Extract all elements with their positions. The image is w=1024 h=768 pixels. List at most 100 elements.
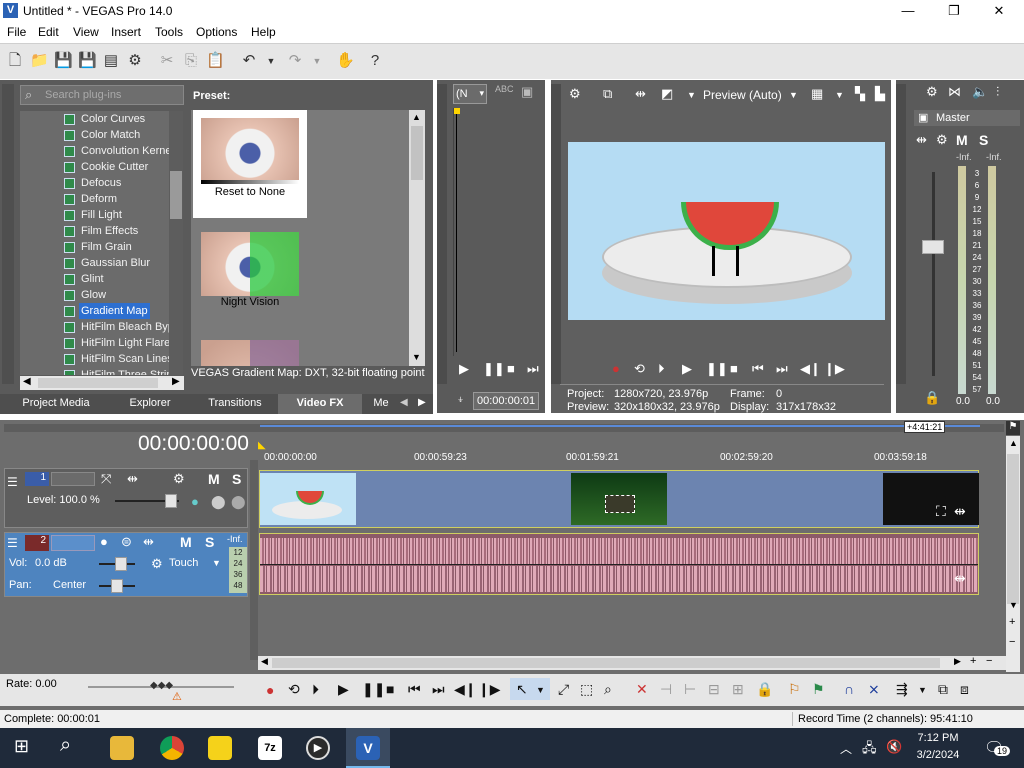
go-to-end-icon[interactable]: ⏭ [776, 361, 788, 377]
downmix-icon[interactable]: ⋈ [948, 84, 961, 100]
close-button[interactable]: ✕ [976, 0, 1022, 22]
tree-item[interactable]: Cookie Cutter [20, 159, 169, 175]
master-fader-handle[interactable] [922, 240, 944, 254]
pause-icon[interactable]: ❚❚ [362, 681, 385, 697]
tree-item[interactable]: Film Grain [20, 239, 169, 255]
scroll-down-icon[interactable]: ▼ [1009, 600, 1018, 610]
redo-dropdown-icon[interactable]: ▼ [308, 52, 326, 70]
vol-slider-handle[interactable] [115, 557, 127, 571]
record-icon[interactable]: ● [266, 682, 274, 698]
tab-explorer[interactable]: Explorer [108, 394, 192, 414]
chevron-down-icon[interactable]: ▼ [918, 682, 927, 698]
track-mute-button[interactable]: M [208, 471, 220, 487]
lock-envelopes-icon[interactable]: ⧉ [938, 681, 948, 697]
track-solo-button[interactable]: S [232, 471, 241, 487]
scroll-right-icon[interactable]: ▶ [172, 376, 180, 387]
zoom-in-icon[interactable]: + [1009, 616, 1015, 628]
chevron-down-icon[interactable]: ▼ [212, 558, 221, 568]
record-icon[interactable]: ● [612, 361, 620, 377]
plugin-manager-icon[interactable]: ✋ [336, 52, 355, 70]
mixer-icon[interactable]: ⫶ [996, 84, 999, 100]
preview-quality-dropdown[interactable]: Preview (Auto) [703, 88, 782, 102]
video-track[interactable]: ⛶ ⇹ [259, 470, 979, 528]
play-icon[interactable]: ▶ [459, 361, 469, 377]
chrome-icon[interactable] [160, 736, 184, 760]
preset-partial[interactable] [193, 332, 307, 366]
scroll-thumb[interactable] [1007, 454, 1019, 604]
automation-mode[interactable]: Touch [169, 557, 198, 569]
search-input[interactable]: Search plug-ins [20, 85, 184, 105]
preset-night-vision[interactable]: Night Vision [193, 224, 307, 332]
parent-motion-icon[interactable]: ⬤ [231, 494, 246, 510]
save-as-icon[interactable]: 💾 [78, 52, 97, 70]
normal-edit-tool[interactable]: ↖ ▼ [510, 678, 550, 700]
play-from-start-icon[interactable]: ⏵ [658, 361, 665, 377]
envelope-tool-icon[interactable]: ⤢ [558, 681, 569, 697]
save-icon[interactable]: 💾 [54, 52, 73, 70]
fx-chain-icon[interactable]: ⇹ [143, 534, 154, 550]
tree-item[interactable]: Fill Light [20, 207, 169, 223]
abc-icon[interactable]: ABC [495, 84, 514, 94]
delete-icon[interactable]: ✕ [636, 681, 648, 697]
tab-transitions[interactable]: Transitions [194, 394, 276, 414]
rate-slider-handle[interactable]: ◆◆◆ [150, 679, 174, 693]
motion-icon[interactable]: ⤧ [101, 471, 111, 487]
help-question-icon[interactable]: ? [366, 52, 384, 70]
tab-video-fx[interactable]: Video FX [278, 394, 362, 414]
undo-dropdown-icon[interactable]: ▼ [262, 52, 280, 70]
stop-icon[interactable]: ■ [730, 361, 738, 377]
next-frame-icon[interactable]: ❙▶ [478, 681, 501, 697]
region-icon[interactable]: ⚑ [812, 681, 825, 697]
snapping-magnet-icon[interactable]: ∩ [844, 681, 854, 697]
zoom-in-time-icon[interactable]: + [970, 655, 976, 667]
scroll-thumb[interactable] [38, 378, 158, 388]
chevron-down-icon[interactable]: ▼ [687, 87, 696, 103]
track-name-field[interactable] [51, 535, 95, 551]
tree-item[interactable]: HitFilm Light Flares [20, 335, 169, 351]
redo-icon[interactable]: ↷ [286, 52, 304, 70]
tree-item[interactable]: HitFilm Scan Lines [20, 351, 169, 367]
menu-view[interactable]: View [73, 25, 99, 39]
audio-track[interactable]: ⇹ [259, 533, 979, 595]
track-minimize-icon[interactable]: ☰ [7, 475, 18, 489]
preset-reset-to-none[interactable]: Reset to None [193, 110, 307, 218]
show-hidden-icons-icon[interactable]: ︿ [840, 740, 852, 757]
track-solo-button[interactable]: S [205, 534, 214, 550]
tree-item[interactable]: Deform [20, 191, 169, 207]
tree-item[interactable]: Glint [20, 271, 169, 287]
tree-item-selected[interactable]: Gradient Map [20, 303, 169, 319]
master-mute-button[interactable]: M [956, 132, 968, 148]
copy-icon[interactable]: ⎘ [182, 52, 200, 70]
event-fx-icon[interactable]: ⇹ [954, 570, 966, 587]
trimmer-dropdown[interactable]: (N ▾ [453, 84, 487, 104]
selection-tool-icon[interactable]: ⬚ [580, 681, 593, 697]
zoom-out-icon[interactable]: − [1009, 636, 1015, 648]
trim-end-icon[interactable]: ⊢ [684, 681, 696, 697]
trimmer-timeline[interactable] [453, 108, 541, 356]
split-icon[interactable]: ⊟ [708, 681, 720, 697]
scroll-thumb[interactable] [170, 171, 182, 219]
zoom-tool-icon[interactable]: ⌕ [604, 681, 612, 697]
stop-icon[interactable]: ■ [507, 361, 515, 377]
play-from-start-icon[interactable]: ⏵ [312, 681, 319, 697]
fx-chain-icon[interactable]: ⇹ [127, 471, 138, 487]
sticky-notes-icon[interactable] [208, 736, 232, 760]
tree-item[interactable]: Gaussian Blur [20, 255, 169, 271]
next-icon[interactable]: ⏭ [527, 361, 539, 377]
volume-muted-icon[interactable]: 🔇 [886, 739, 902, 755]
menu-options[interactable]: Options [196, 25, 237, 39]
fx-gear-icon[interactable]: ⚙ [936, 132, 948, 148]
tab-scroll-left-icon[interactable]: ◀ [400, 397, 408, 408]
previous-frame-icon[interactable]: ◀❙ [800, 361, 821, 377]
play-icon[interactable]: ▶ [682, 361, 692, 377]
invert-phase-icon[interactable]: ⊜ [121, 534, 132, 550]
scroll-thumb[interactable] [272, 658, 940, 668]
external-monitor-icon[interactable]: ⧉ [603, 86, 612, 102]
settings-gear-icon[interactable]: ⚙ [126, 52, 144, 70]
tree-item[interactable]: HitFilm Bleach Byp [20, 319, 169, 335]
open-folder-icon[interactable]: 📁 [30, 52, 49, 70]
7zip-icon[interactable]: 7z [258, 736, 282, 760]
preview-video-frame[interactable] [568, 142, 885, 320]
scroll-up-icon[interactable]: ▲ [412, 112, 421, 122]
next-frame-icon[interactable]: ❙▶ [824, 361, 845, 377]
